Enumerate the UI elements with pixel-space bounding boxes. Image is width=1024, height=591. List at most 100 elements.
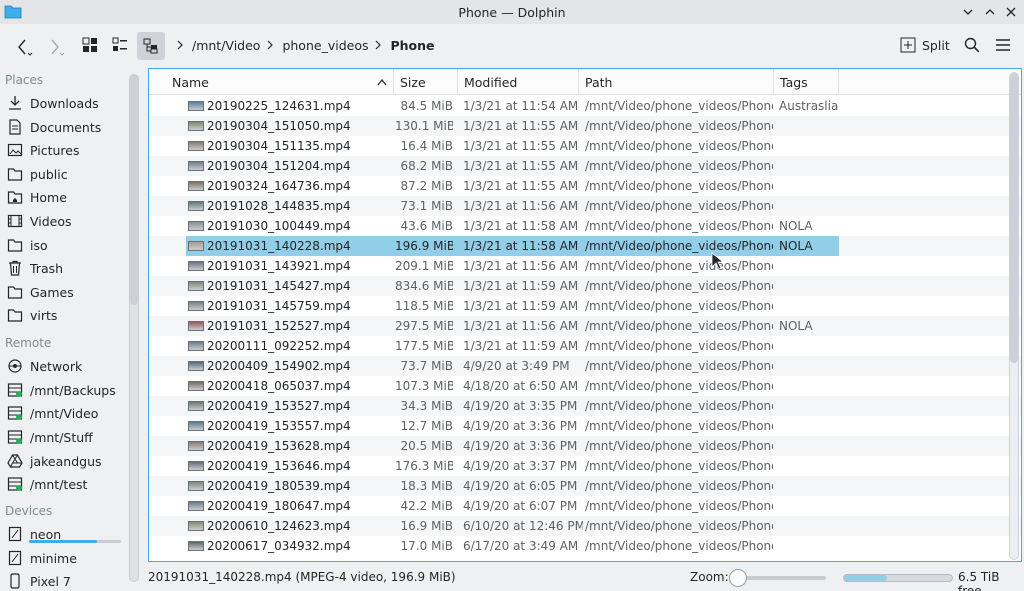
table-row[interactable]: 20190304_151135.mp4 16.4 MiB 1/3/21 at 11:… (149, 136, 1021, 156)
sidebar-item-label: minime (30, 550, 77, 566)
sidebar-scrollbar-thumb[interactable] (130, 75, 138, 305)
table-row[interactable]: 20190225_124631.mp4 84.5 MiB 1/3/21 at 11:… (149, 96, 1021, 116)
table-row[interactable]: 20200419_180647.mp4 42.2 MiB 4/19/20 at 6:… (149, 496, 1021, 516)
sidebar-item-mnt-backups[interactable]: /mnt/Backups (0, 379, 122, 401)
file-size: 73.7 MiB (400, 359, 453, 373)
sidebar-item-virts[interactable]: virts (0, 304, 122, 326)
file-size: 84.5 MiB (400, 99, 453, 113)
sidebar-item-videos[interactable]: Videos (0, 210, 122, 232)
sidebar-item-downloads[interactable]: Downloads (0, 92, 122, 114)
file-size: 87.2 MiB (400, 179, 453, 193)
sidebar-item-mnt-stuff[interactable]: /mnt/Stuff (0, 426, 122, 448)
sidebar-item-home[interactable]: Home (0, 186, 122, 208)
drive-icon (6, 404, 24, 422)
folder-icon (6, 306, 24, 324)
video-thumbnail-icon (188, 461, 204, 471)
table-row[interactable]: 20191031_152527.mp4 297.5 MiB 1/3/21 at 11… (149, 316, 1021, 336)
file-name: 20200617_034932.mp4 (207, 539, 351, 553)
sidebar-item-pictures[interactable]: Pictures (0, 139, 122, 161)
sidebar-item-label: Downloads (30, 95, 99, 111)
table-row[interactable]: 20190304_151204.mp4 68.2 MiB 1/3/21 at 11:… (149, 156, 1021, 176)
remote-header: Remote (5, 336, 52, 350)
icons-view-button[interactable] (78, 33, 102, 57)
table-row[interactable]: 20200419_153628.mp4 20.5 MiB 4/19/20 at 3:… (149, 436, 1021, 456)
file-path: /mnt/Video/phone_videos/Phone (585, 119, 773, 133)
sidebar-item-mnt-test[interactable]: /mnt/test (0, 473, 122, 495)
search-button[interactable] (960, 33, 984, 57)
breadcrumb-current[interactable]: Phone (390, 38, 434, 53)
sidebar-item-mnt-video[interactable]: /mnt/Video (0, 402, 122, 424)
file-path: /mnt/Video/phone_videos/Phone (585, 139, 773, 153)
table-row[interactable]: 20191031_145759.mp4 118.5 MiB 1/3/21 at 11… (149, 296, 1021, 316)
column-header-size[interactable]: Size (394, 69, 458, 95)
file-tags (779, 256, 839, 276)
breadcrumb-item-phone-videos[interactable]: phone_videos (282, 38, 368, 53)
split-button[interactable]: Split (900, 33, 950, 57)
file-name: 20190304_151135.mp4 (207, 139, 351, 153)
column-header-tags[interactable]: Tags (774, 69, 839, 95)
video-thumbnail-icon (188, 241, 204, 251)
back-button[interactable] (8, 34, 38, 60)
file-name: 20191031_143921.mp4 (207, 259, 351, 273)
sidebar-item-documents[interactable]: Documents (0, 116, 122, 138)
table-row[interactable]: 20191031_140228.mp4 196.9 MiB 1/3/21 at 11… (149, 236, 1021, 256)
minimize-button[interactable] (958, 2, 978, 22)
table-row[interactable]: 20200418_065037.mp4 107.3 MiB 4/18/20 at 6… (149, 376, 1021, 396)
sidebar-item-label: Home (30, 189, 67, 205)
column-header-path[interactable]: Path (579, 69, 774, 95)
video-thumbnail-icon (188, 381, 204, 391)
table-row[interactable]: 20191031_145427.mp4 834.6 MiB 1/3/21 at 11… (149, 276, 1021, 296)
sidebar-item-trash[interactable]: Trash (0, 257, 122, 279)
table-row[interactable]: 20190324_164736.mp4 87.2 MiB 1/3/21 at 11:… (149, 176, 1021, 196)
file-tags: NOLA (779, 319, 813, 333)
details-view-button[interactable] (137, 32, 165, 60)
table-row[interactable]: 20200419_153646.mp4 176.3 MiB 4/19/20 at 3… (149, 456, 1021, 476)
file-view-scrollbar-thumb[interactable] (1010, 73, 1018, 363)
maximize-button[interactable] (980, 2, 1000, 22)
table-row[interactable]: 20200419_153557.mp4 12.7 MiB 4/19/20 at 3:… (149, 416, 1021, 436)
column-label: Tags (780, 74, 808, 90)
sidebar-item-games[interactable]: Games (0, 281, 122, 303)
menu-button[interactable] (991, 33, 1015, 57)
column-header-modified[interactable]: Modified (458, 69, 579, 95)
file-size: 12.7 MiB (400, 419, 453, 433)
file-modified: 1/3/21 at 11:58 AM (463, 239, 579, 253)
table-row[interactable]: 20200419_153527.mp4 34.3 MiB 4/19/20 at 3:… (149, 396, 1021, 416)
file-view-scrollbar[interactable] (1009, 72, 1019, 560)
file-size: 17.0 MiB (400, 539, 453, 553)
folder-icon (6, 165, 24, 183)
home-icon (6, 188, 24, 206)
file-size: 177.5 MiB (395, 339, 453, 353)
table-row[interactable]: 20200111_092252.mp4 177.5 MiB 1/3/21 at 11… (149, 336, 1021, 356)
sidebar-item-public[interactable]: public (0, 163, 122, 185)
sidebar-item-network[interactable]: Network (0, 355, 122, 377)
file-name: 20191031_140228.mp4 (207, 239, 351, 253)
sidebar-item-jakeandgus[interactable]: jakeandgus (0, 450, 122, 472)
table-row[interactable]: 20191030_100449.mp4 43.6 MiB 1/3/21 at 11:… (149, 216, 1021, 236)
file-modified: 6/10/20 at 12:46 PM (463, 519, 583, 533)
table-row[interactable]: 20191031_143921.mp4 209.1 MiB 1/3/21 at 11… (149, 256, 1021, 276)
file-name: 20200111_092252.mp4 (207, 339, 351, 353)
table-row[interactable]: 20191028_144835.mp4 73.1 MiB 1/3/21 at 11:… (149, 196, 1021, 216)
close-button[interactable] (1001, 2, 1021, 22)
file-path: /mnt/Video/phone_videos/Phone (585, 319, 773, 333)
sidebar-scrollbar[interactable] (129, 74, 139, 582)
table-row[interactable]: 20200610_124623.mp4 16.9 MiB 6/10/20 at 12… (149, 516, 1021, 536)
zoom-slider-handle[interactable] (729, 569, 747, 587)
file-size: 43.6 MiB (400, 219, 453, 233)
breadcrumb-item-video[interactable]: /mnt/Video (192, 38, 260, 53)
compact-view-button[interactable] (108, 33, 132, 57)
forward-button[interactable] (40, 34, 70, 60)
column-header-name[interactable]: Name (166, 69, 394, 95)
zoom-slider[interactable] (734, 576, 826, 580)
table-row[interactable]: 20200419_180539.mp4 18.3 MiB 4/19/20 at 6:… (149, 476, 1021, 496)
table-row[interactable]: 20200617_034932.mp4 17.0 MiB 6/17/20 at 3:… (149, 536, 1021, 556)
file-modified: 1/3/21 at 11:55 AM (463, 139, 579, 153)
file-tags (779, 176, 839, 196)
free-space-bar (843, 574, 953, 582)
file-view[interactable]: Name Size Modified Path Tags 20190225_12… (148, 68, 1022, 562)
sidebar-item-iso[interactable]: iso (0, 234, 122, 256)
video-thumbnail-icon (188, 301, 204, 311)
table-row[interactable]: 20200409_154902.mp4 73.7 MiB 4/9/20 at 3:4… (149, 356, 1021, 376)
table-row[interactable]: 20190304_151050.mp4 130.1 MiB 1/3/21 at 11… (149, 116, 1021, 136)
